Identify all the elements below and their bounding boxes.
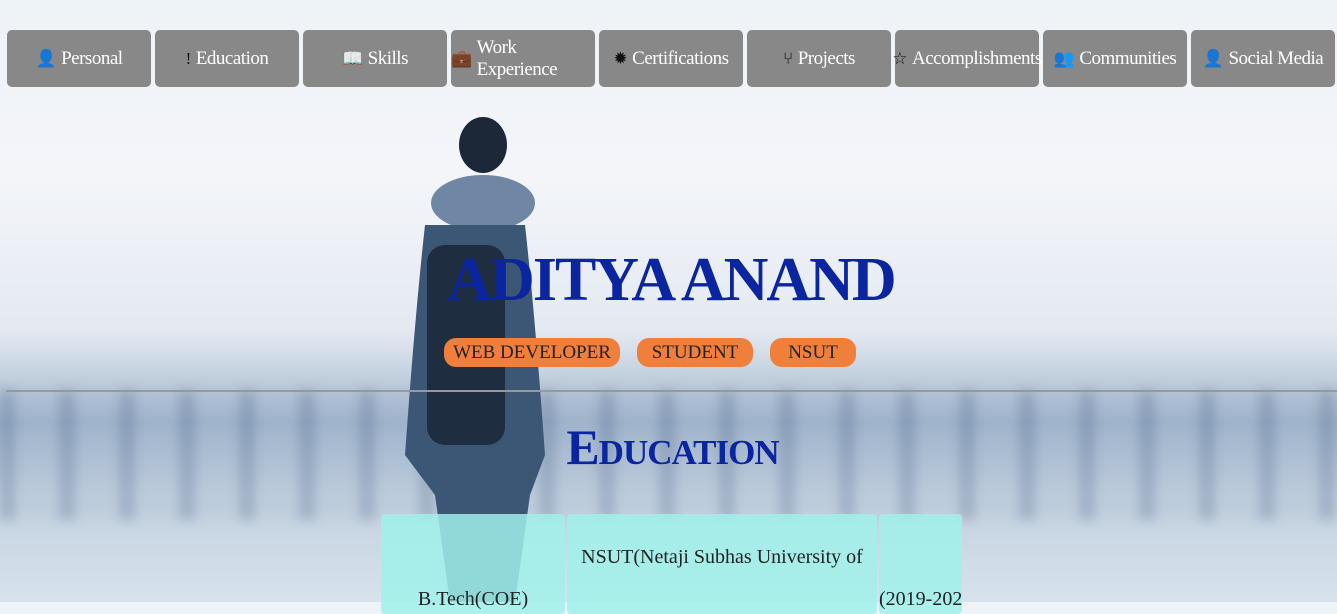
briefcase-icon: 💼 xyxy=(451,48,472,68)
nav-label: Work Experience xyxy=(476,36,558,80)
divider xyxy=(6,390,1337,392)
star-icon: ☆ xyxy=(892,48,908,68)
exclamation-icon: ! xyxy=(185,48,192,68)
nav-personal[interactable]: 👤 Personal xyxy=(7,30,151,87)
users-icon: 👥 xyxy=(1053,48,1075,68)
nav-work-experience[interactable]: 💼 Work Experience xyxy=(451,30,595,87)
top-nav: 👤 Personal! Education 📖 Skills 💼 Work Experien… xyxy=(7,30,1335,87)
tag-student: STUDENT xyxy=(637,338,753,367)
tag-web-developer: WEB DEVELOPER xyxy=(444,338,620,367)
profile-name: ADITYA ANAND xyxy=(447,246,896,314)
nav-label: Education xyxy=(195,47,269,69)
nav-skills[interactable]: 📖 Skills xyxy=(303,30,447,87)
nav-label: Skills xyxy=(367,47,409,69)
book-icon: 📖 xyxy=(342,48,363,68)
nav-certifications[interactable]: ✹ Certifications xyxy=(599,30,743,87)
tag-nsut: NSUT xyxy=(770,338,856,367)
nav-education[interactable]: ! Education xyxy=(155,30,299,87)
nav-label: Social Media xyxy=(1228,47,1324,69)
nav-accomplishments[interactable]: ☆ Accomplishments xyxy=(892,30,1042,87)
code-fork-icon: ⑂ xyxy=(783,48,793,68)
section-title-education: Education xyxy=(566,419,779,475)
nav-communities[interactable]: 👥 Communities xyxy=(1043,30,1187,87)
nav-label: Accomplishments xyxy=(912,47,1042,69)
user-icon: 👤 xyxy=(1202,48,1224,68)
nav-projects[interactable]: ⑂ Projects xyxy=(747,30,891,87)
education-years-cell: (2019-2023) xyxy=(879,514,962,614)
nav-label: Personal xyxy=(61,47,123,69)
user-icon: 👤 xyxy=(35,48,57,68)
nav-label: Certifications xyxy=(632,47,729,69)
nav-label: Projects xyxy=(797,47,856,69)
education-degree-cell: B.Tech(COE) xyxy=(381,514,565,614)
education-institute-cell: NSUT(Netaji Subhas University of xyxy=(567,514,877,614)
nav-social-media[interactable]: 👤 Social Media xyxy=(1191,30,1335,87)
nav-label: Communities xyxy=(1079,47,1177,69)
certificate-icon: ✹ xyxy=(613,48,628,68)
